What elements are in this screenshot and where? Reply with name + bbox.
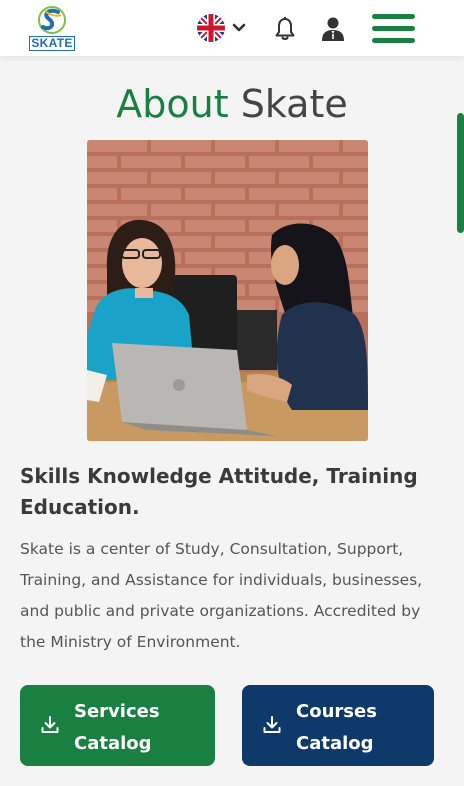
two-women-working-at-laptop-photo [87,140,368,441]
services-catalog-button[interactable]: Services Catalog [20,685,215,766]
title-skate: Skate [240,82,348,126]
page-title: About Skate [0,80,464,128]
scrollbar-thumb[interactable] [457,113,464,233]
title-about: About [116,82,229,126]
logo-text: SKATE [29,36,75,51]
skate-logo[interactable]: SKATE [28,5,76,51]
services-catalog-label: Services Catalog [74,701,160,754]
download-icon [41,716,59,733]
courses-catalog-button[interactable]: Courses Catalog [242,685,434,766]
about-description: Skate is a center of Study, Consultation… [20,540,423,651]
hamburger-menu-icon[interactable] [372,13,415,45]
about-page: SKATE About Skate Skills Knowledge Attit… [0,0,464,786]
page-scrollbar[interactable] [457,113,464,233]
uk-flag-icon [197,14,225,42]
about-subtitle: Skills Knowledge Attitude, Training Educ… [20,464,418,519]
logo-mark-icon [38,6,66,34]
language-selector[interactable] [197,14,249,42]
courses-catalog-label: Courses Catalog [296,701,377,754]
download-icon [263,716,281,733]
chevron-down-icon [232,23,246,32]
about-photo [87,140,368,441]
top-header: SKATE [0,0,464,56]
user-icon[interactable] [320,16,346,42]
bell-icon[interactable] [273,16,297,42]
